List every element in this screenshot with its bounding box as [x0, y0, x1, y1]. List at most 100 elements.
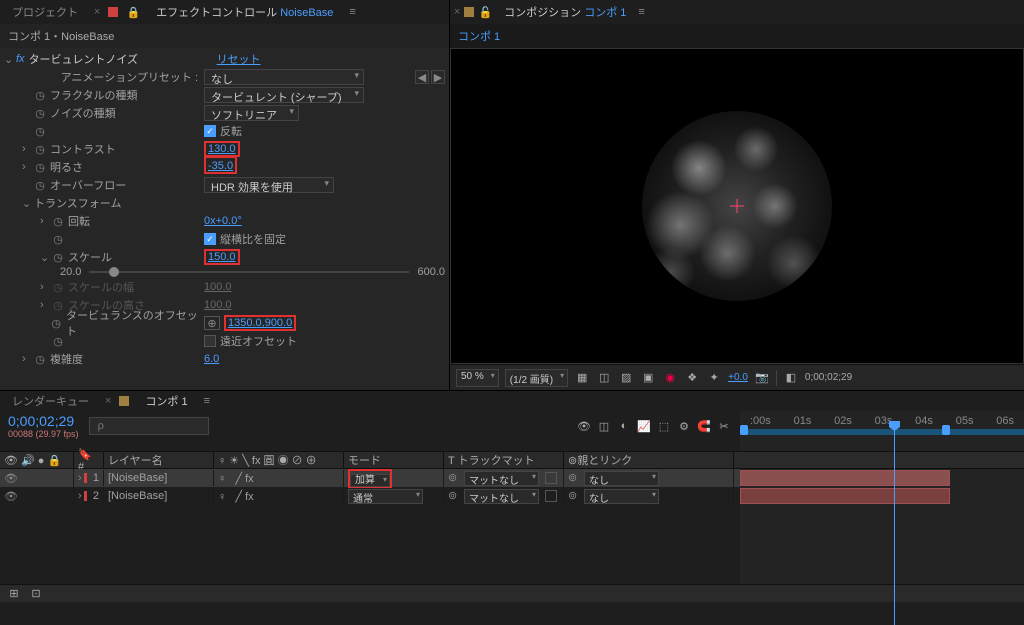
stopwatch-icon[interactable]: ◷ — [34, 353, 46, 365]
snap-icon[interactable]: 🧲 — [696, 418, 712, 434]
stopwatch-icon[interactable]: ◷ — [52, 215, 64, 227]
twirl-icon[interactable]: › — [40, 281, 52, 293]
frame-blend-icon[interactable]: ◫ — [596, 418, 612, 434]
stopwatch-icon[interactable]: ◷ — [52, 281, 64, 293]
panel-menu-icon[interactable]: ≡ — [204, 395, 210, 407]
complexity-value[interactable]: 6.0 — [204, 353, 219, 365]
render-queue-tab[interactable]: レンダーキュー — [4, 389, 97, 413]
effect-controls-tab[interactable]: エフェクトコントロール NoiseBase — [148, 0, 341, 24]
layer-name[interactable]: [NoiseBase] — [108, 472, 167, 484]
composition-viewer[interactable] — [450, 48, 1024, 364]
color-chip[interactable] — [84, 491, 87, 501]
layer-search-input[interactable] — [89, 417, 209, 435]
panel-menu-icon[interactable]: ≡ — [638, 6, 644, 18]
viewer-time[interactable]: 0;00;02;29 — [805, 372, 852, 383]
stopwatch-icon[interactable]: ◷ — [34, 107, 46, 119]
grid-icon[interactable]: ▦ — [574, 370, 590, 386]
exposure-value[interactable]: +0.0 — [728, 372, 748, 383]
blend-mode-dropdown[interactable]: 加算 — [350, 474, 390, 487]
layer-row[interactable]: 👁 ›1 [NoiseBase] ♀ ╱ fx 加算 ⊚マットなし ⊚なし — [0, 469, 740, 487]
twirl-icon[interactable]: ⌄ — [22, 197, 34, 210]
stopwatch-icon[interactable]: ◷ — [50, 317, 62, 329]
twirl-icon[interactable]: › — [22, 353, 34, 365]
timeline-bars[interactable] — [740, 469, 1024, 584]
pickwhip-icon[interactable]: ⊚ — [448, 471, 462, 485]
color-mgmt-icon[interactable]: ❖ — [684, 370, 700, 386]
overflow-dropdown[interactable]: HDR 効果を使用 — [204, 177, 334, 193]
stopwatch-icon[interactable]: ◷ — [34, 143, 46, 155]
stopwatch-icon[interactable]: ◷ — [34, 89, 46, 101]
twirl-icon[interactable]: › — [22, 161, 34, 173]
time-nav-icon[interactable]: ◧ — [783, 370, 799, 386]
twirl-icon[interactable]: › — [40, 215, 52, 227]
layer-bar[interactable] — [740, 488, 950, 504]
markers-icon[interactable]: ✂ — [716, 418, 732, 434]
switches[interactable]: ♀ ╱ fx — [218, 472, 254, 485]
parent-dropdown[interactable]: なし — [584, 471, 659, 486]
invert-checkbox[interactable]: ✓ — [204, 125, 216, 137]
trackmatte-dropdown[interactable]: マットなし — [464, 489, 539, 504]
slider-thumb[interactable] — [109, 267, 119, 277]
trackmatte-dropdown[interactable]: マットなし — [464, 471, 539, 486]
motion-blur-icon[interactable]: ◐ — [616, 418, 632, 434]
crosshair-button[interactable]: ⊕ — [204, 316, 220, 330]
toggle-modes-icon[interactable]: ⊡ — [28, 586, 44, 602]
stopwatch-icon[interactable]: ◷ — [34, 125, 46, 137]
comp-nav-link[interactable]: コンポ 1 — [458, 31, 500, 43]
anim-preset-dropdown[interactable]: なし — [204, 69, 364, 85]
parent-dropdown[interactable]: なし — [584, 489, 659, 504]
graph-icon[interactable]: 📈 — [636, 418, 652, 434]
stopwatch-icon[interactable]: ◷ — [34, 179, 46, 191]
snapshot-icon[interactable]: 📷 — [754, 370, 770, 386]
matte-box[interactable] — [545, 472, 557, 484]
anchor-point-icon[interactable] — [730, 199, 744, 213]
workarea-end-handle[interactable] — [942, 425, 950, 435]
panel-menu-icon[interactable]: ≡ — [349, 6, 355, 18]
twirl-icon[interactable]: › — [78, 490, 82, 502]
draft3d-icon[interactable]: ⬚ — [656, 418, 672, 434]
exposure-reset-icon[interactable]: ✦ — [706, 370, 722, 386]
toggle-switches-icon[interactable]: ⊞ — [6, 586, 22, 602]
time-ruler[interactable]: :00s 01s 02s 03s 04s 05s 06s — [740, 411, 1024, 451]
switches-icon[interactable]: ⚙ — [676, 418, 692, 434]
project-tab[interactable]: プロジェクト — [4, 0, 86, 24]
lock-icon[interactable]: 🔒 — [126, 6, 140, 19]
tab-close-icon[interactable]: × — [105, 395, 111, 407]
scale-value[interactable]: 150.0 — [208, 251, 236, 263]
scale-slider[interactable] — [89, 271, 409, 273]
twirl-icon[interactable]: ⌄ — [4, 53, 16, 66]
layer-bar[interactable] — [740, 470, 950, 486]
stopwatch-icon[interactable]: ◷ — [52, 251, 64, 263]
stopwatch-icon[interactable]: ◷ — [52, 233, 64, 245]
switches[interactable]: ♀ ╱ fx — [218, 490, 254, 503]
shy-icon[interactable]: 👁 — [576, 418, 592, 434]
channel-icon[interactable]: ◉ — [662, 370, 678, 386]
brightness-value[interactable]: -35.0 — [208, 160, 233, 172]
lock-icon[interactable]: 🔓 — [478, 6, 492, 19]
uniform-scale-checkbox[interactable]: ✓ — [204, 233, 216, 245]
layer-name[interactable]: [NoiseBase] — [108, 490, 167, 502]
reset-link[interactable]: リセット — [217, 51, 261, 67]
timeline-comp-tab[interactable]: コンポ 1 — [137, 389, 195, 413]
eye-icon[interactable]: 👁 — [4, 471, 18, 485]
rotation-value[interactable]: 0x+0.0° — [204, 215, 242, 227]
offset-value[interactable]: 1350.0,900.0 — [228, 317, 292, 329]
tab-close-icon[interactable]: × — [454, 6, 460, 18]
preset-prev-button[interactable]: ◀ — [415, 70, 429, 84]
region-icon[interactable]: ▣ — [640, 370, 656, 386]
contrast-value[interactable]: 130.0 — [208, 143, 236, 155]
composition-tab[interactable]: コンポジション コンポ 1 — [496, 0, 634, 24]
preset-next-button[interactable]: ▶ — [431, 70, 445, 84]
blend-mode-dropdown[interactable]: 通常 — [348, 489, 423, 504]
twirl-icon[interactable]: › — [78, 472, 82, 484]
transparency-icon[interactable]: ▨ — [618, 370, 634, 386]
pickwhip-icon[interactable]: ⊚ — [568, 489, 582, 503]
stopwatch-icon[interactable]: ◷ — [52, 335, 64, 347]
stopwatch-icon[interactable]: ◷ — [34, 161, 46, 173]
twirl-icon[interactable]: › — [22, 143, 34, 155]
pickwhip-icon[interactable]: ⊚ — [568, 471, 582, 485]
twirl-icon[interactable]: ⌄ — [40, 251, 52, 264]
fractal-type-dropdown[interactable]: タービュレント (シャープ) — [204, 87, 364, 103]
matte-box[interactable] — [545, 490, 557, 502]
color-chip[interactable] — [84, 473, 87, 483]
